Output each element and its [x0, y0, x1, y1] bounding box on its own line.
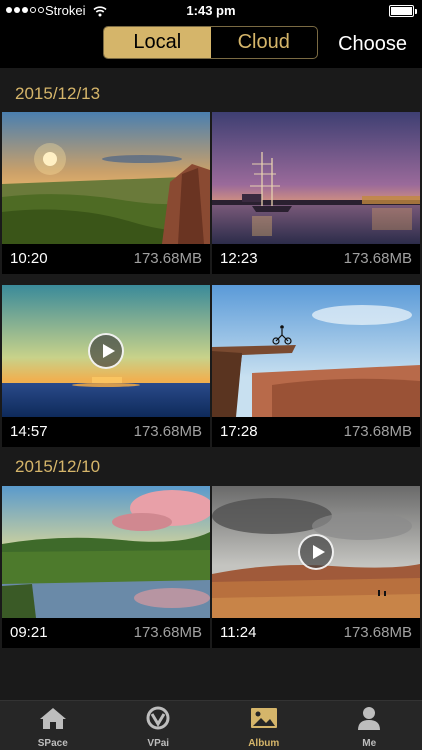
media-info: 10:20 173.68MB — [2, 244, 210, 274]
media-item[interactable]: 14:57 173.68MB — [2, 285, 210, 447]
segment-cloud[interactable]: Cloud — [211, 27, 318, 58]
media-time: 17:28 — [220, 423, 258, 440]
camera-lens-icon — [143, 706, 173, 735]
battery-icon — [389, 5, 417, 17]
tab-vpai[interactable]: VPai — [106, 701, 212, 750]
status-time: 1:43 pm — [186, 3, 236, 18]
tab-label: Me — [362, 738, 377, 749]
home-icon — [38, 706, 68, 735]
choose-button[interactable]: Choose — [338, 33, 407, 56]
media-item[interactable]: 17:28 173.68MB — [212, 285, 420, 447]
media-size: 173.68MB — [343, 250, 412, 267]
photo-thumbnail — [212, 112, 420, 244]
media-info: 14:57 173.68MB — [2, 417, 210, 447]
tab-me[interactable]: Me — [317, 701, 422, 750]
tab-label: SPace — [37, 738, 68, 749]
media-item[interactable]: 10:20 173.68MB — [2, 112, 210, 274]
media-size: 173.68MB — [343, 624, 412, 641]
media-size: 173.68MB — [133, 423, 202, 440]
media-time: 09:21 — [10, 624, 48, 641]
media-item[interactable]: 11:24 173.68MB — [212, 486, 420, 648]
photo-thumbnail — [2, 112, 210, 244]
tab-label: Album — [248, 738, 280, 749]
media-time: 12:23 — [220, 250, 258, 267]
tab-label: VPai — [147, 738, 170, 749]
media-time: 10:20 — [10, 250, 48, 267]
segment-local[interactable]: Local — [104, 27, 211, 58]
media-item[interactable]: 12:23 173.68MB — [212, 112, 420, 274]
nav-bar: Local Cloud Choose — [0, 22, 422, 68]
media-time: 14:57 — [10, 423, 48, 440]
tab-space[interactable]: SPace — [0, 701, 106, 750]
tab-album[interactable]: Album — [211, 701, 317, 750]
media-size: 173.68MB — [133, 624, 202, 641]
tab-bar: SPace VPai Album Me — [0, 700, 422, 750]
status-bar: Strokei 1:43 pm — [0, 0, 422, 22]
date-header: 2015/12/10 — [15, 457, 101, 476]
media-info: 12:23 173.68MB — [212, 244, 420, 274]
photo-thumbnail — [2, 486, 210, 618]
date-header: 2015/12/13 — [15, 84, 101, 103]
play-icon[interactable] — [298, 534, 334, 570]
album-content[interactable]: 2015/12/13 10:20 173.68MB 12:23 173.68MB… — [0, 68, 422, 700]
media-item[interactable]: 09:21 173.68MB — [2, 486, 210, 648]
photo-thumbnail — [212, 285, 420, 417]
video-thumbnail — [212, 486, 420, 618]
media-info: 17:28 173.68MB — [212, 417, 420, 447]
image-icon — [249, 706, 279, 735]
media-size: 173.68MB — [343, 423, 412, 440]
source-segmented-control: Local Cloud — [103, 26, 318, 59]
media-info: 11:24 173.68MB — [212, 618, 420, 648]
media-size: 173.68MB — [133, 250, 202, 267]
video-thumbnail — [2, 285, 210, 417]
play-icon[interactable] — [88, 333, 124, 369]
person-icon — [354, 706, 384, 735]
media-time: 11:24 — [220, 624, 257, 641]
media-info: 09:21 173.68MB — [2, 618, 210, 648]
